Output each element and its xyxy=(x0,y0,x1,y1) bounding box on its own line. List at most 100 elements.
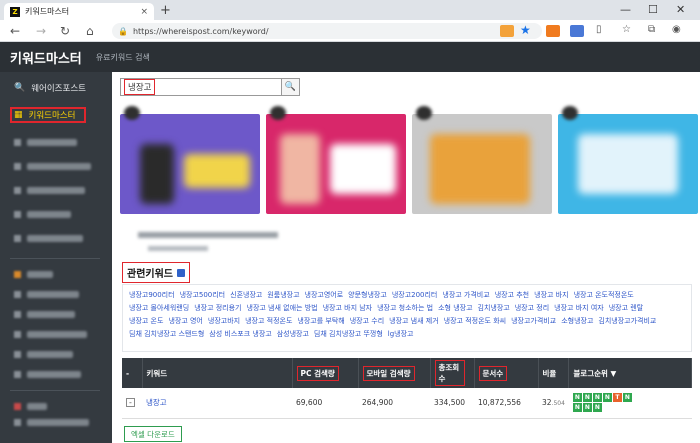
sidebar-item-whereispost[interactable]: 🔍 웨어이즈포스트 xyxy=(0,78,112,98)
sidebar-item-blurred[interactable] xyxy=(0,364,112,384)
copy-icon[interactable] xyxy=(177,268,185,277)
sidebar: 🔍 웨어이즈포스트 ▦ 키워드마스터 xyxy=(0,72,112,443)
collections-icon[interactable]: ⧉ xyxy=(648,24,655,35)
minimize-icon[interactable]: — xyxy=(620,3,631,16)
search-button[interactable]: 🔍 xyxy=(282,78,300,96)
url-field[interactable]: 🔒 https://whereispost.com/keyword/ xyxy=(112,23,542,39)
collapse-toggle[interactable]: - xyxy=(126,398,135,408)
col-header-mobile[interactable]: 모바일 검색량 xyxy=(358,358,431,388)
sidebar-item-blurred[interactable] xyxy=(0,132,112,152)
reload-icon[interactable]: ↻ xyxy=(60,24,70,38)
related-keyword-link[interactable]: 냉장고 바지 여자 xyxy=(554,304,604,312)
col-header-docs[interactable]: 문서수 xyxy=(474,358,539,388)
related-keyword-link[interactable]: 삼성냉장고 xyxy=(277,330,309,338)
sidebar-item-blurred[interactable] xyxy=(0,412,112,432)
related-keyword-link[interactable]: 냉장고영어로 xyxy=(305,291,344,299)
related-keyword-link[interactable]: 냉장고 바지 xyxy=(534,291,568,299)
ad-banner-1[interactable] xyxy=(120,114,260,214)
related-keyword-link[interactable]: 딤채 김치냉장고 뚜껑형 xyxy=(314,330,383,338)
new-tab-icon[interactable]: + xyxy=(160,3,171,18)
excel-download-button[interactable]: 엑셀 다운로드 xyxy=(124,426,182,442)
search-bar: 냉장고 🔍 xyxy=(120,78,300,96)
related-keyword-link[interactable]: 양문형냉장고 xyxy=(348,291,387,299)
extension-blue-icon[interactable] xyxy=(570,25,584,37)
close-tab-icon[interactable]: × xyxy=(140,7,148,17)
related-keyword-link[interactable]: 삼성 비스포크 냉장고 xyxy=(209,330,271,338)
related-keyword-link[interactable]: 냉장고가격비교 xyxy=(511,317,556,325)
related-keywords-list: 냉장고900리터 냉장고500리터 신혼냉장고 원룸냉장고 냉장고영어로 양문형냉장고 냉장… xyxy=(122,284,692,352)
favorites-icon[interactable]: ☆ xyxy=(622,24,631,35)
maximize-icon[interactable]: ☐ xyxy=(648,3,658,16)
related-keyword-link[interactable]: 냉장고 온도적정온도 xyxy=(574,291,634,299)
browser-tab[interactable]: Z 키워드마스터 × xyxy=(4,3,154,20)
sidebar-item-blurred[interactable] xyxy=(0,264,112,284)
sidebar-item-blurred[interactable] xyxy=(0,344,112,364)
related-keyword-link[interactable]: 소형냉장고 xyxy=(561,317,593,325)
related-keyword-link[interactable]: 신혼냉장고 xyxy=(230,291,262,299)
related-keyword-link[interactable]: 냉장고 적정온도 화씨 xyxy=(444,317,506,325)
back-icon[interactable]: ← xyxy=(10,24,20,38)
total-cell: 334,500 xyxy=(430,388,474,419)
related-keyword-link[interactable]: lg냉장고 xyxy=(388,330,414,338)
sidebar-divider xyxy=(10,258,100,259)
related-keyword-link[interactable]: 김치냉장고 xyxy=(478,304,510,312)
related-keyword-link[interactable]: 딤채 김치냉장고 스탠드형 xyxy=(129,330,204,338)
extension-orange-icon[interactable] xyxy=(546,25,560,37)
ad-banner-3[interactable] xyxy=(412,114,552,214)
sidebar-item-blurred[interactable] xyxy=(0,228,112,248)
sidebar-item-blurred[interactable] xyxy=(0,180,112,200)
forward-icon[interactable]: → xyxy=(36,24,46,38)
related-keyword-link[interactable]: 원룸냉장고 xyxy=(267,291,299,299)
split-screen-icon[interactable]: ▯ xyxy=(596,24,602,35)
related-keyword-link[interactable]: 냉장고바지 xyxy=(208,317,240,325)
sidebar-item-blurred[interactable] xyxy=(0,284,112,304)
sidebar-item-blurred[interactable] xyxy=(0,324,112,344)
site-subtitle[interactable]: 유료키워드 검색 xyxy=(96,52,150,63)
related-keyword-link[interactable]: 냉장고 추천 xyxy=(495,291,529,299)
related-keyword-link[interactable]: 냉장고 몰아세워랜딩 xyxy=(129,304,189,312)
ad-banner-2[interactable] xyxy=(266,114,406,214)
favicon-icon: Z xyxy=(10,6,20,17)
related-keyword-link[interactable]: 냉장고 냄새 없애는 방법 xyxy=(247,304,318,312)
col-header-ratio[interactable]: 비율 xyxy=(538,358,570,388)
home-icon[interactable]: ⌂ xyxy=(86,24,94,38)
related-keyword-link[interactable]: 냉장고 냄새 제거 xyxy=(389,317,439,325)
related-keyword-link[interactable]: 냉장고 수리 xyxy=(350,317,384,325)
related-keyword-link[interactable]: 냉장고 적정온도 xyxy=(245,317,292,325)
col-header-total[interactable]: 총조회수 xyxy=(430,358,475,388)
related-keyword-link[interactable]: 냉장고200리터 xyxy=(392,291,438,299)
profile-icon[interactable]: ◉ xyxy=(672,24,681,35)
keyword-link[interactable]: 냉장고 xyxy=(146,398,167,407)
close-window-icon[interactable]: ✕ xyxy=(676,3,685,16)
sidebar-item-blurred[interactable] xyxy=(0,156,112,176)
related-keyword-link[interactable]: 냉장고 바지 남자 xyxy=(323,304,373,312)
related-keyword-link[interactable]: 냉장고 정리용기 xyxy=(194,304,241,312)
site-brand[interactable]: 키워드마스터 xyxy=(10,48,82,67)
lock-icon: 🔒 xyxy=(118,26,128,36)
search-icon: 🔍 xyxy=(14,83,26,93)
total-header-label: 총조회수 xyxy=(434,360,465,386)
related-keyword-link[interactable]: 냉장고 온도 xyxy=(129,317,163,325)
related-keyword-link[interactable]: 김치냉장고가격비교 xyxy=(598,317,656,325)
favorite-star-icon[interactable]: ★ xyxy=(520,23,531,37)
related-keyword-link[interactable]: 냉장고를 부탁해 xyxy=(297,317,344,325)
related-keyword-link[interactable]: 냉장고 렌탈 xyxy=(609,304,643,312)
url-text: https://whereispost.com/keyword/ xyxy=(132,26,269,36)
sidebar-item-blurred[interactable] xyxy=(0,204,112,224)
search-input[interactable]: 냉장고 xyxy=(120,78,282,96)
sidebar-item-blurred[interactable] xyxy=(0,304,112,324)
related-keyword-link[interactable]: 냉장고900리터 xyxy=(129,291,175,299)
related-keyword-link[interactable]: 냉장고 청소하는 법 xyxy=(377,304,433,312)
col-header-pc[interactable]: PC 검색량 xyxy=(292,358,359,388)
tab-title: 키워드마스터 xyxy=(25,7,70,16)
extension-icon[interactable] xyxy=(500,25,514,37)
related-keyword-link[interactable]: 소형 냉장고 xyxy=(438,304,472,312)
related-keyword-link[interactable]: 냉장고500리터 xyxy=(180,291,226,299)
ad-banner-4[interactable] xyxy=(558,114,698,214)
sidebar-item-keyword-master[interactable]: ▦ 키워드마스터 xyxy=(8,105,88,125)
col-header-keyword[interactable]: 키워드 xyxy=(142,358,293,388)
related-keyword-link[interactable]: 냉장고 영어 xyxy=(168,317,202,325)
related-keyword-link[interactable]: 냉장고 정리 xyxy=(515,304,549,312)
col-header-blog-rank[interactable]: 블로그순위 ▼ xyxy=(568,358,692,388)
related-keyword-link[interactable]: 냉장고 가격비교 xyxy=(442,291,489,299)
